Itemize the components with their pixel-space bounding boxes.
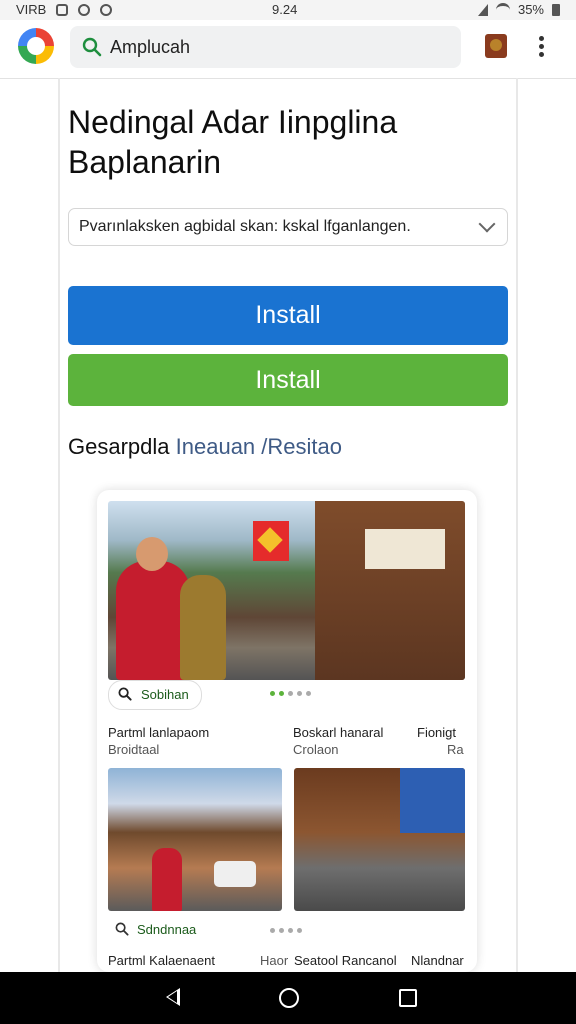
footer-caption-3: Seatool Rancanol (294, 953, 397, 968)
gallery-card: Sobihan Partml lanlapaom Boskarl hanaral… (97, 490, 477, 972)
search-chip-label: Sobihan (141, 687, 189, 702)
wifi-icon (495, 3, 510, 16)
location-icon (78, 3, 91, 16)
browser-toolbar: Amplucah (0, 20, 576, 79)
notification-icon (56, 3, 69, 16)
section-heading: Gesarpdla Ineauan /Resitao (68, 434, 342, 460)
carrier-label: VIRB (16, 2, 47, 17)
recent-apps-icon[interactable] (399, 989, 417, 1007)
google-logo-icon[interactable] (18, 28, 54, 64)
system-nav-bar (0, 972, 576, 1024)
section-heading-main: Gesarpdla (68, 434, 170, 459)
page-title: Nedingal Adar Iinpglina Baplanarin (68, 104, 398, 180)
language-select[interactable]: Pvarınlaksken agbidal skan: kskal lfganl… (68, 208, 508, 246)
carousel-dots-2[interactable] (270, 928, 302, 933)
flag-icon (253, 521, 289, 561)
caption-sub-2: Crolaon (293, 742, 339, 757)
thumbnail-image-1[interactable] (108, 768, 282, 911)
back-icon[interactable] (166, 988, 180, 1006)
status-bar: VIRB 9.24 35% (0, 0, 576, 20)
search-icon[interactable] (115, 922, 129, 936)
battery-icon (552, 3, 560, 16)
sync-icon (100, 3, 113, 16)
install-button-primary[interactable]: Install (68, 286, 508, 345)
chevron-down-icon (478, 215, 496, 233)
caption-sub-3: Ra (447, 742, 464, 757)
footer-caption-2: Haor (260, 953, 289, 968)
section-heading-accent[interactable]: Ineauan /Resitao (176, 434, 342, 459)
caption-title-2: Boskarl hanaral (293, 725, 384, 740)
footer-caption-1: Partml Kalaenaent (108, 953, 215, 968)
search-chip[interactable]: Sobihan (108, 680, 202, 710)
caption-title-3: Fionigt (417, 725, 457, 740)
home-icon[interactable] (279, 988, 299, 1008)
search-icon (82, 37, 102, 57)
signal-icon (477, 3, 488, 16)
battery-level: 35% (517, 2, 544, 17)
caption-title-1: Partml lanlapaom (108, 725, 210, 740)
caption-sub-1: Broidtaal (108, 742, 160, 757)
clock: 9.24 (272, 2, 298, 17)
thumbnail-label: Sdndnnaa (137, 922, 197, 937)
carousel-dots[interactable] (270, 691, 311, 696)
select-value: Pvarınlaksken agbidal skan: kskal lfganl… (79, 218, 411, 235)
url-text[interactable]: Amplucah (110, 37, 190, 58)
vertical-dots-icon[interactable] (536, 36, 546, 58)
address-bar[interactable]: Amplucah (70, 26, 461, 68)
thumbnail-image-2[interactable] (294, 768, 465, 911)
search-icon (118, 687, 132, 701)
footer-caption-4: Nlandnar (411, 953, 464, 968)
avatar-icon[interactable] (485, 34, 507, 58)
install-button-secondary[interactable]: Install (68, 354, 508, 406)
hero-image[interactable] (108, 501, 465, 680)
page-content: Nedingal Adar Iinpglina Baplanarin Pvarı… (0, 78, 576, 972)
